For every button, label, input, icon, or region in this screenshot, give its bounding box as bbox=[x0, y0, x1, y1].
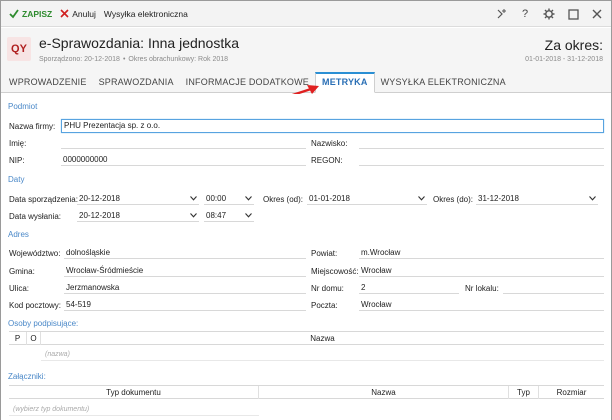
section-podmiot: Podmiot bbox=[8, 102, 38, 111]
app-window: ZAPISZ Anuluj Wysyłka elektroniczna ? QY… bbox=[0, 0, 612, 420]
help-icon[interactable]: ? bbox=[517, 5, 533, 23]
city-label: Miejscowość: bbox=[311, 267, 359, 276]
attachments-col-name[interactable]: Nazwa bbox=[259, 386, 509, 399]
send-date-value: 20-12-2018 bbox=[79, 211, 120, 220]
firm-name-field[interactable]: PHU Prezentacja sp. z o.o. bbox=[61, 119, 604, 133]
attachments-grid-header: Typ dokumentu Nazwa Typ Rozmiar bbox=[9, 385, 604, 399]
send-time-value: 08:47 bbox=[206, 211, 227, 220]
first-name-label: Imię: bbox=[9, 139, 27, 148]
signers-grid-header: P O Nazwa bbox=[9, 331, 604, 345]
cancel-button[interactable]: Anuluj bbox=[56, 4, 100, 24]
maximize-icon[interactable] bbox=[565, 5, 581, 23]
apartment-number-label: Nr lokalu: bbox=[465, 284, 499, 293]
save-button[interactable]: ZAPISZ bbox=[5, 4, 56, 24]
house-number-field[interactable]: 2 bbox=[359, 282, 459, 294]
signers-col-name[interactable]: Nazwa bbox=[41, 332, 604, 345]
chevron-down-icon bbox=[190, 213, 197, 218]
section-adres: Adres bbox=[8, 230, 29, 239]
nip-field[interactable]: 0000000000 bbox=[61, 154, 306, 166]
commune-field[interactable]: Wrocław-Śródmieście bbox=[64, 265, 306, 277]
county-label: Powiat: bbox=[311, 249, 338, 258]
period-from-value: 01-01-2018 bbox=[309, 194, 350, 203]
attachments-col-doc-type[interactable]: Typ dokumentu bbox=[9, 386, 259, 399]
nip-label: NIP: bbox=[9, 156, 25, 165]
last-name-label: Nazwisko: bbox=[311, 139, 348, 148]
voivodeship-field[interactable]: dolnośląskie bbox=[64, 247, 306, 259]
chevron-down-icon bbox=[418, 196, 425, 201]
period-to-value: 31-12-2018 bbox=[478, 194, 519, 203]
pin-icon[interactable] bbox=[493, 5, 509, 23]
send-date-label: Data wysłania: bbox=[9, 212, 62, 221]
signer-name-input[interactable]: (nazwa) bbox=[41, 348, 604, 361]
prep-time-select[interactable]: 00:00 bbox=[204, 193, 254, 205]
regon-field[interactable] bbox=[359, 154, 604, 166]
signers-col-o[interactable]: O bbox=[27, 332, 41, 345]
send-time-select[interactable]: 08:47 bbox=[204, 210, 254, 222]
period-from-select[interactable]: 01-01-2018 bbox=[307, 193, 427, 205]
electronic-send-button[interactable]: Wysyłka elektroniczna bbox=[100, 4, 192, 24]
period-from-label: Okres (od): bbox=[263, 195, 304, 204]
chevron-down-icon bbox=[245, 196, 252, 201]
cancel-label: Anuluj bbox=[72, 8, 96, 19]
period-label: Za okres: bbox=[544, 37, 603, 53]
chevron-down-icon bbox=[589, 196, 596, 201]
commune-label: Gmina: bbox=[9, 267, 35, 276]
save-label: ZAPISZ bbox=[22, 8, 53, 19]
gear-icon[interactable] bbox=[541, 5, 557, 23]
section-attachments: Załączniki: bbox=[8, 372, 46, 381]
document-header: QY e-Sprawozdania: Inna jednostka Sporzą… bbox=[1, 28, 611, 72]
electronic-send-label: Wysyłka elektroniczna bbox=[103, 8, 188, 19]
first-name-field[interactable] bbox=[61, 137, 306, 149]
chevron-down-icon bbox=[245, 213, 252, 218]
prep-date-select[interactable]: 20-12-2018 bbox=[77, 193, 199, 205]
app-logo: QY bbox=[7, 37, 31, 61]
city-field[interactable]: Wrocław bbox=[359, 265, 604, 277]
county-field[interactable]: m.Wrocław bbox=[359, 247, 604, 259]
last-name-field[interactable] bbox=[359, 137, 604, 149]
fiscal-period: Okres obrachunkowy: Rok 2018 bbox=[128, 56, 229, 63]
send-date-select[interactable]: 20-12-2018 bbox=[77, 210, 199, 222]
street-label: Ulica: bbox=[9, 284, 30, 293]
prep-date-value: 20-12-2018 bbox=[79, 194, 120, 203]
section-daty: Daty bbox=[8, 175, 25, 184]
toolbar-right: ? bbox=[493, 5, 605, 23]
prep-date-label: Data sporządzenia: bbox=[9, 195, 78, 204]
period-range: 01-01-2018 - 31-12-2018 bbox=[525, 56, 603, 63]
post-office-field[interactable]: Wrocław bbox=[359, 299, 604, 311]
regon-label: REGON: bbox=[311, 156, 343, 165]
toolbar: ZAPISZ Anuluj Wysyłka elektroniczna ? bbox=[1, 1, 611, 27]
check-icon bbox=[9, 8, 19, 18]
created-date: Sporządzono: 20-12-2018 bbox=[39, 56, 120, 63]
firm-name-label: Nazwa firmy: bbox=[9, 122, 56, 131]
metryka-panel: Podmiot Nazwa firmy: PHU Prezentacja sp.… bbox=[1, 94, 611, 420]
period-to-label: Okres (do): bbox=[433, 195, 474, 204]
attachment-doc-type-input[interactable]: (wybierz typ dokumentu) bbox=[9, 403, 259, 416]
close-window-icon[interactable] bbox=[589, 5, 605, 23]
period-to-select[interactable]: 31-12-2018 bbox=[476, 193, 598, 205]
signers-col-p[interactable]: P bbox=[9, 332, 27, 345]
voivodeship-label: Województwo: bbox=[9, 249, 61, 258]
page-title: e-Sprawozdania: Inna jednostka bbox=[39, 35, 240, 51]
house-number-label: Nr domu: bbox=[311, 284, 344, 293]
tab-wysylka-elektroniczna[interactable]: WYSYŁKA ELEKTRONICZNA bbox=[375, 72, 512, 93]
chevron-down-icon bbox=[190, 196, 197, 201]
prep-time-value: 00:00 bbox=[206, 194, 227, 203]
attachments-col-size[interactable]: Rozmiar bbox=[539, 386, 604, 399]
tab-sprawozdania[interactable]: SPRAWOZDANIA bbox=[93, 72, 180, 93]
tab-metryka[interactable]: METRYKA bbox=[315, 72, 375, 93]
apartment-number-field[interactable] bbox=[503, 282, 604, 294]
postal-code-label: Kod pocztowy: bbox=[9, 301, 62, 310]
close-icon bbox=[60, 9, 69, 18]
post-office-label: Poczta: bbox=[311, 301, 338, 310]
section-signers: Osoby podpisujące: bbox=[8, 319, 79, 328]
attachments-col-type[interactable]: Typ bbox=[509, 386, 539, 399]
postal-code-field[interactable]: 54-519 bbox=[64, 299, 306, 311]
header-subtitle: Sporządzono: 20-12-2018 • Okres obrachunko… bbox=[39, 56, 229, 63]
tab-wprowadzenie[interactable]: WPROWADZENIE bbox=[3, 72, 93, 93]
street-field[interactable]: Jerzmanowska bbox=[64, 282, 306, 294]
